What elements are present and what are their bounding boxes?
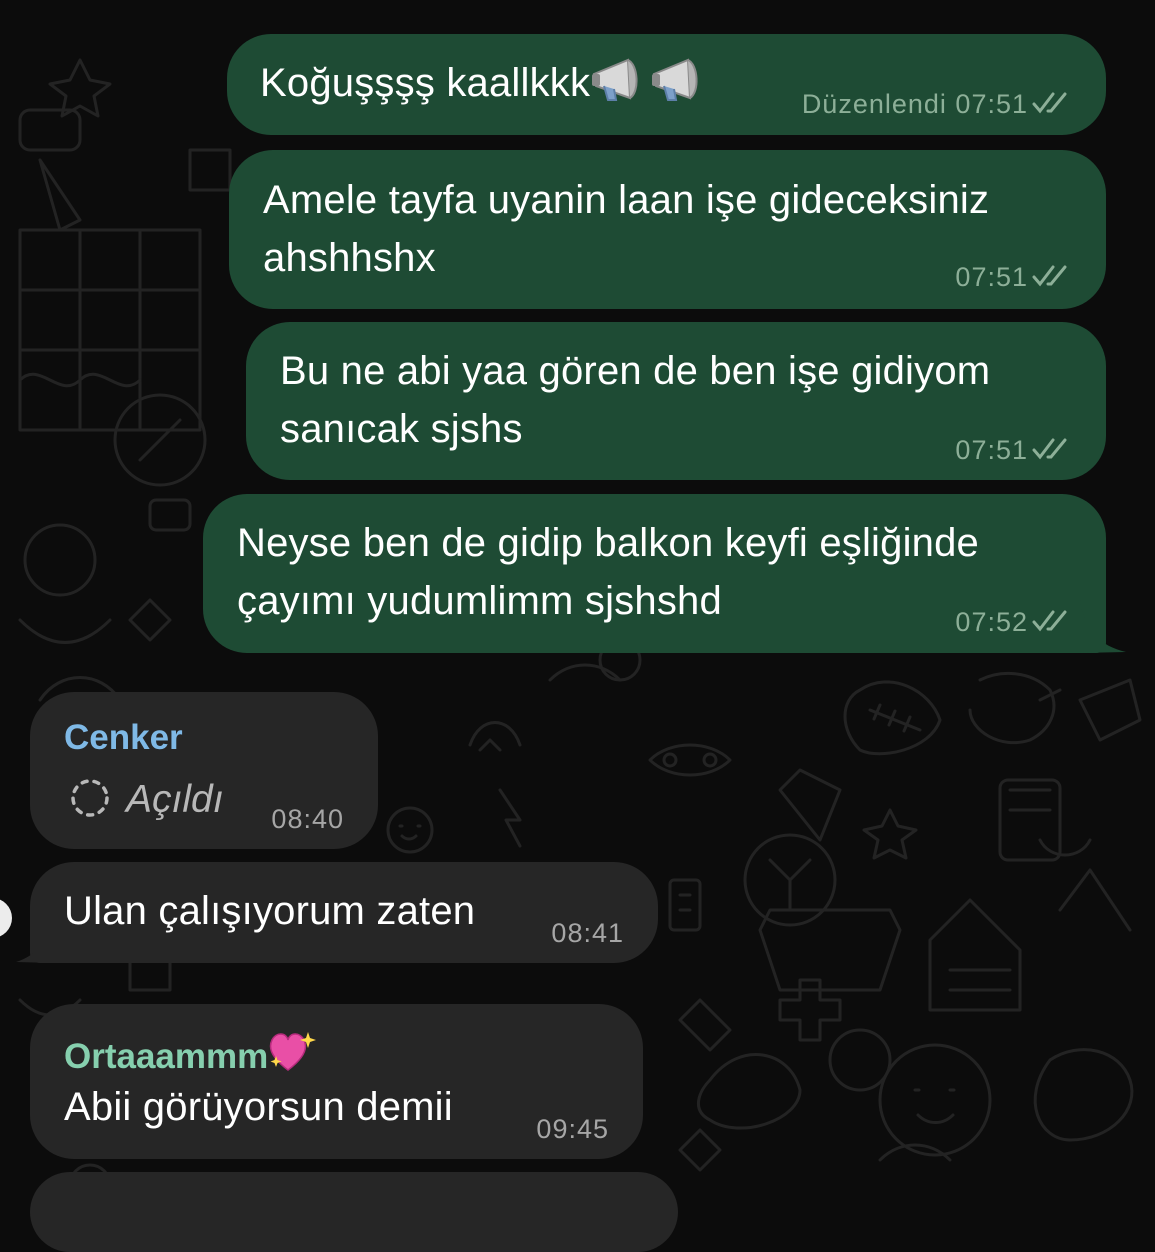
message-time: 07:52 [955, 607, 1028, 637]
outgoing-message-bubble[interactable]: Amele tayfa uyanin laan işe gideceksiniz… [229, 150, 1106, 309]
message-text: Bu ne abi yaa gören de ben işe gidiyom s… [280, 349, 991, 451]
outgoing-message-bubble[interactable]: Bu ne abi yaa gören de ben işe gidiyom s… [246, 322, 1106, 480]
view-once-spinner-icon [71, 779, 109, 817]
megaphone-icon [592, 58, 638, 101]
message-meta: 07:51 [955, 262, 1072, 292]
message-time: 07:51 [955, 89, 1028, 119]
bubble-tail [1080, 600, 1126, 653]
sender-name: Ortaaammm [64, 1030, 317, 1077]
double-check-icon [1032, 610, 1067, 632]
message-text: Abii görüyorsun demii [64, 1085, 453, 1129]
double-check-icon [1032, 438, 1067, 460]
sparkling-heart-icon [270, 1032, 317, 1071]
message-text: Neyse ben de gidip balkon keyfi eşliğind… [237, 521, 980, 623]
message-time: 08:41 [551, 918, 624, 948]
message-time: 08:40 [271, 804, 344, 834]
incoming-message-bubble[interactable] [30, 1172, 678, 1252]
message-text: Amele tayfa uyanin laan işe gideceksiniz… [263, 178, 990, 280]
incoming-message-bubble[interactable]: Ortaaammm Abii görüyorsun demii 09:45 [30, 1004, 643, 1159]
message-text: Ulan çalışıyorum zaten [64, 889, 476, 933]
message-meta: 07:51 [955, 435, 1072, 465]
message-time: 09:45 [536, 1114, 609, 1144]
message-time: 07:51 [955, 435, 1028, 465]
bubble-tail [16, 910, 54, 963]
message-time: 07:51 [955, 262, 1028, 292]
outgoing-message-bubble[interactable]: Koğuşşşş kaallkkk Düzenlendi 07:51 [227, 34, 1106, 135]
double-check-icon [1032, 92, 1067, 114]
megaphone-icon [652, 58, 698, 101]
message-meta: 07:52 [955, 607, 1072, 637]
edited-label: Düzenlendi [801, 89, 947, 119]
double-check-icon [1032, 265, 1067, 287]
message-text: Koğuşşşş kaallkkk [260, 54, 710, 112]
incoming-message-bubble[interactable]: Cenker Açıldı 08:40 [30, 692, 378, 849]
outgoing-message-bubble[interactable]: Neyse ben de gidip balkon keyfi eşliğind… [203, 494, 1106, 653]
sender-name: Cenker [64, 718, 183, 757]
incoming-message-bubble[interactable]: Ulan çalışıyorum zaten 08:41 [30, 862, 658, 963]
message-meta: Düzenlendi 07:51 [802, 89, 1072, 119]
view-once-status: Açıldı [68, 776, 224, 822]
